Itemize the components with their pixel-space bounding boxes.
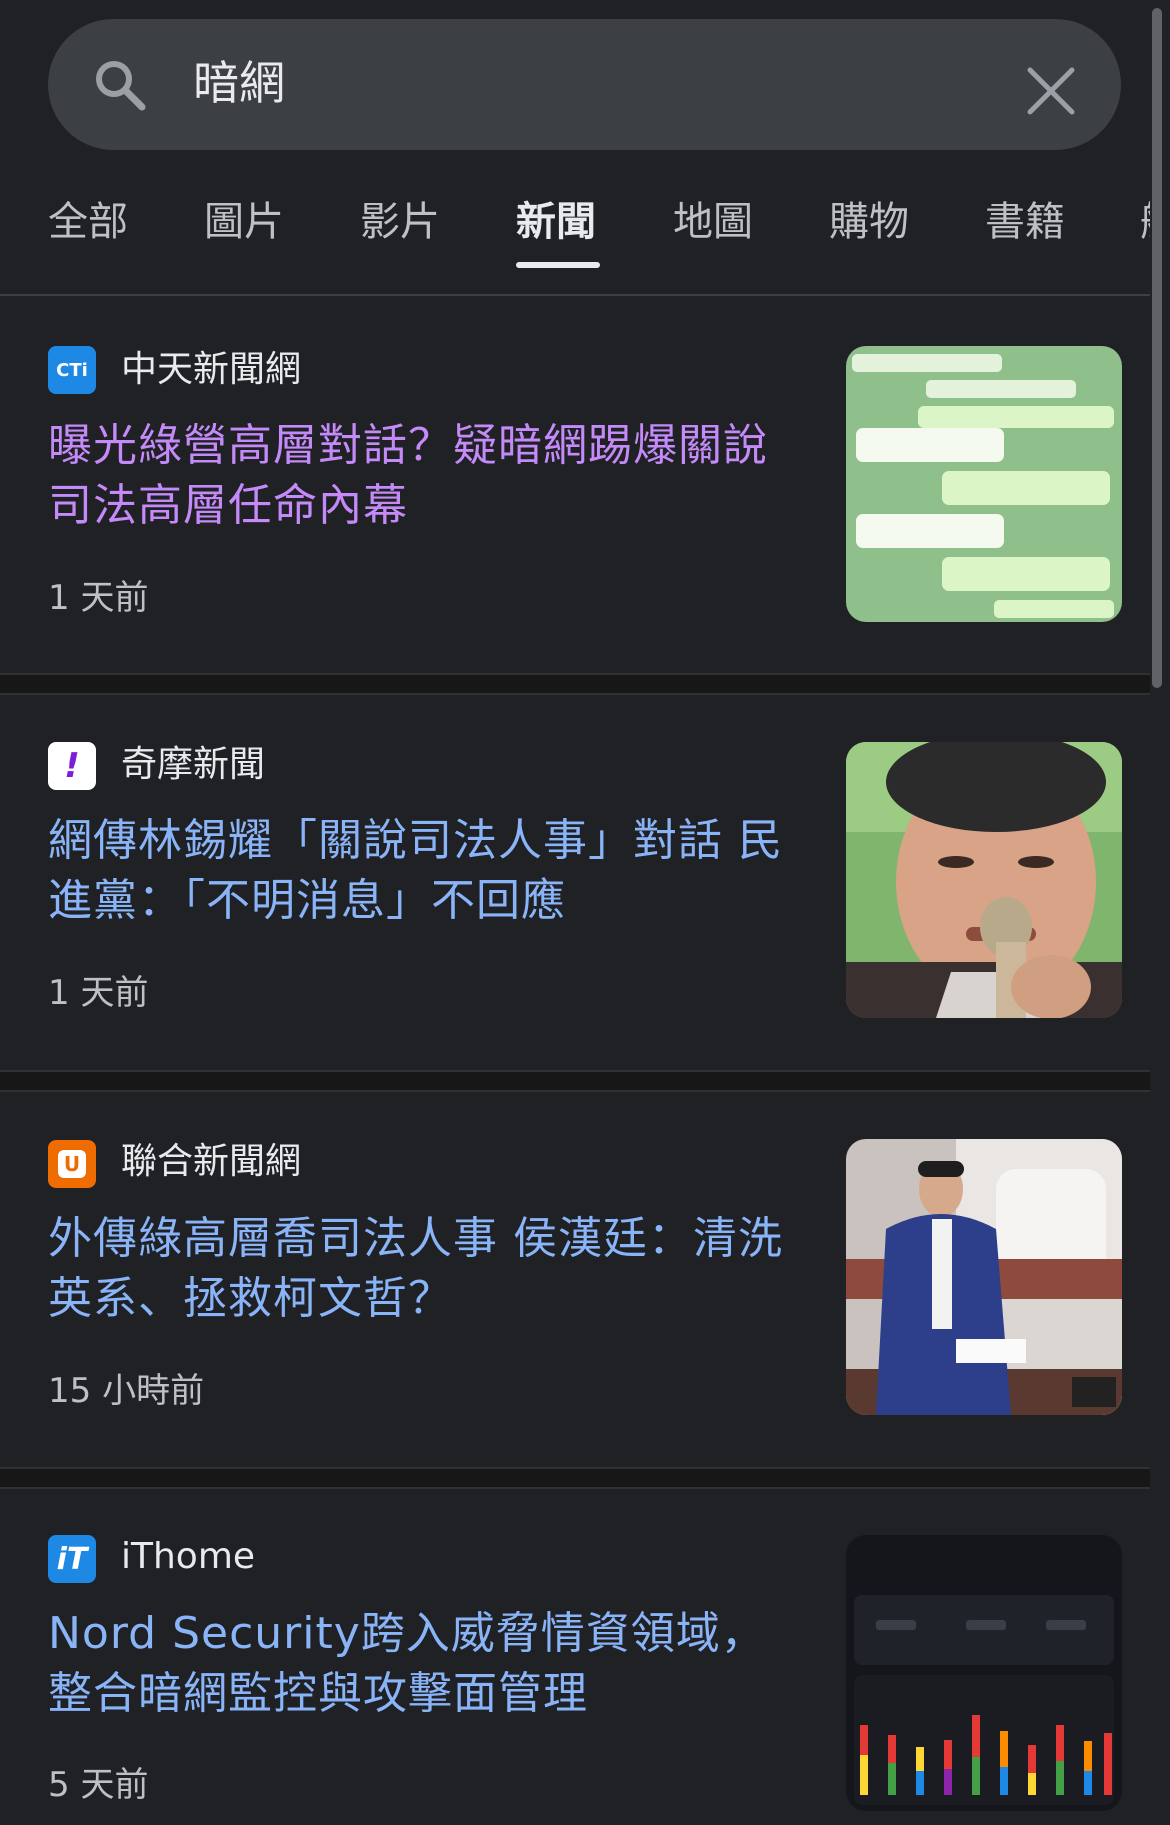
divider [0, 294, 1150, 296]
tab-flights[interactable]: 航 [1140, 194, 1150, 250]
portrait-with-microphone-thumbnail[interactable] [846, 742, 1122, 1018]
source-name: 聯合新聞網 [121, 1141, 302, 1182]
divider [0, 673, 1150, 695]
headline-link[interactable]: 曝光綠營高層對話？疑暗網踢爆關說司法高層任命內幕 [48, 416, 798, 536]
source-logo: CTi [48, 346, 96, 394]
source-logo: U [48, 1140, 96, 1188]
close-icon[interactable] [1022, 62, 1080, 120]
source-logo-text: CTi [56, 359, 88, 381]
news-card[interactable]: U 聯合新聞網 外傳綠高層喬司法人事 侯漢廷：清洗英系、拯救柯文哲？ 15 小時… [0, 1092, 1150, 1467]
search-icon[interactable] [92, 57, 148, 113]
headline-link[interactable]: Nord Security跨入威脅情資領域，整合暗網監控與攻擊面管理 [48, 1604, 798, 1724]
chat-screenshot-thumbnail[interactable] [846, 346, 1122, 622]
source-name: 奇摩新聞 [121, 744, 266, 785]
news-card[interactable]: CTi 中天新聞網 曝光綠營高層對話？疑暗網踢爆關說司法高層任命內幕 1 天前 [0, 298, 1150, 673]
tab-shopping[interactable]: 購物 [829, 194, 909, 250]
source-logo-text: iT [56, 1541, 88, 1577]
news-card[interactable]: ! 奇摩新聞 網傳林錫耀「關說司法人事」對話 民進黨：「不明消息」不回應 1 天… [0, 695, 1150, 1070]
headline-link[interactable]: 網傳林錫耀「關說司法人事」對話 民進黨：「不明消息」不回應 [48, 811, 798, 931]
tab-all[interactable]: 全部 [48, 194, 128, 250]
source-logo-text: ! [64, 746, 80, 786]
council-speaker-thumbnail[interactable] [846, 1139, 1122, 1415]
divider [0, 1467, 1150, 1489]
search-input[interactable]: 暗網 [193, 50, 285, 116]
active-tab-indicator [516, 262, 600, 268]
source-name: iThome [121, 1536, 256, 1577]
tab-videos[interactable]: 影片 [360, 194, 440, 250]
publish-time: 1 天前 [48, 973, 149, 1013]
headline-link[interactable]: 外傳綠高層喬司法人事 侯漢廷：清洗英系、拯救柯文哲？ [48, 1209, 798, 1329]
news-card[interactable]: iT iThome Nord Security跨入威脅情資領域，整合暗網監控與攻… [0, 1489, 1150, 1825]
news-search-page: 暗網 全部 圖片 影片 新聞 地圖 購物 書籍 航 CTi 中天新聞網 曝光綠營… [0, 0, 1170, 1825]
tab-maps[interactable]: 地圖 [673, 194, 753, 250]
scrollbar-thumb[interactable] [1152, 8, 1162, 688]
source-logo-text: U [58, 1150, 86, 1178]
source-logo: iT [48, 1535, 96, 1583]
source-logo: ! [48, 742, 96, 790]
tab-images[interactable]: 圖片 [204, 194, 284, 250]
publish-time: 1 天前 [48, 578, 149, 618]
tab-books[interactable]: 書籍 [985, 194, 1065, 250]
publish-time: 5 天前 [48, 1765, 149, 1805]
publish-time: 15 小時前 [48, 1371, 205, 1411]
source-name: 中天新聞網 [121, 349, 302, 390]
dashboard-chart-thumbnail[interactable] [846, 1535, 1122, 1811]
tab-news[interactable]: 新聞 [516, 194, 596, 250]
divider [0, 1070, 1150, 1092]
search-tabs: 全部 圖片 影片 新聞 地圖 購物 書籍 航 [0, 180, 1150, 296]
